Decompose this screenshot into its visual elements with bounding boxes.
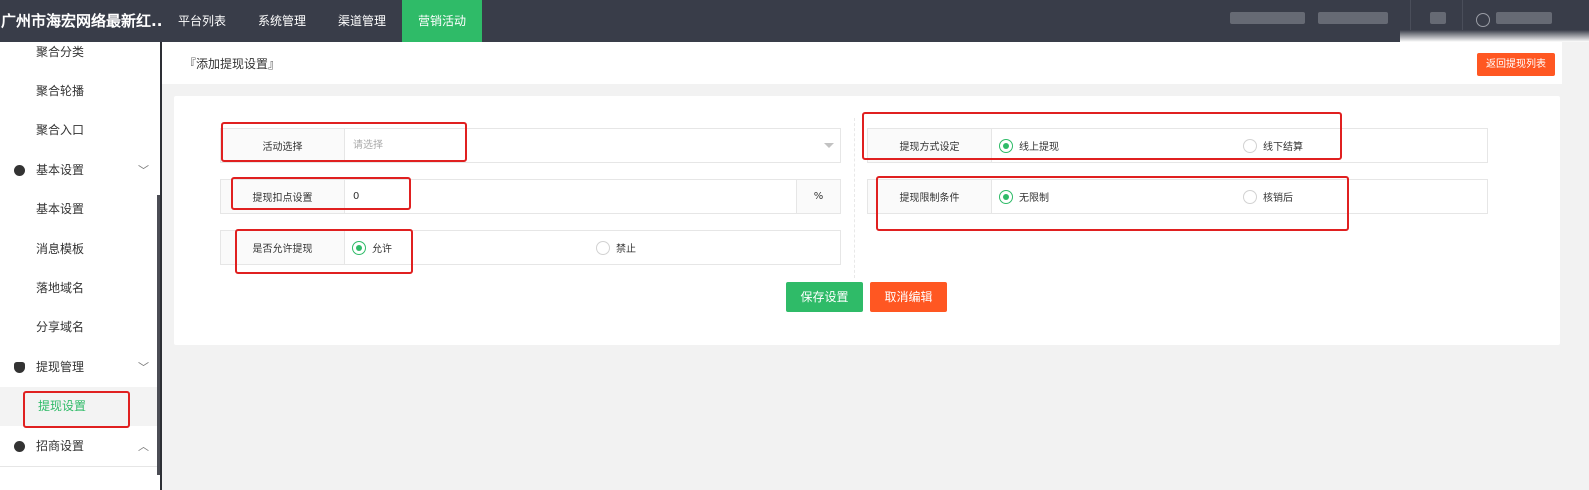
radio-forbid-label: 禁止 [616, 244, 636, 255]
nav-platform-list[interactable]: 平台列表 [162, 0, 242, 42]
sidebar: 聚合分类 聚合轮播 聚合入口 基本设置 ﹀ 基本设置 消息模板 落地域名 分享域… [0, 42, 160, 490]
sidebar-item-label: 基本设置 [36, 163, 85, 177]
sidebar-item-label: 基本设置 [36, 202, 85, 216]
sidebar-item-aggregate-entry[interactable]: 聚合入口 [0, 111, 158, 150]
activity-label: 活动选择 [221, 129, 345, 162]
radio-unchecked-icon [596, 240, 610, 255]
sidebar-item-label: 提现管理 [36, 360, 85, 374]
deduction-input[interactable]: 0 [345, 180, 795, 213]
percent-suffix: % [796, 180, 840, 213]
withdraw-method-label: 提现方式设定 [868, 129, 992, 162]
back-to-list-button[interactable]: 返回提现列表 [1477, 53, 1555, 76]
column-divider [854, 118, 855, 278]
sidebar-item-landing-domain[interactable]: 落地域名 [0, 269, 158, 308]
nav-channel-management[interactable]: 渠道管理 [322, 0, 402, 42]
sidebar-group-merchant-settings[interactable]: 招商设置 ︿ [0, 427, 158, 466]
radio-online-withdraw[interactable]: 线上提现 [999, 129, 1059, 162]
radio-offline-settle[interactable]: 线下结算 [1243, 129, 1303, 162]
withdraw-limit-field: 提现限制条件 无限制 核销后 [867, 179, 1488, 214]
user-icon[interactable] [1476, 13, 1490, 27]
radio-allow-label: 允许 [372, 244, 392, 255]
sidebar-item-aggregate-category[interactable]: 聚合分类 [0, 33, 158, 72]
save-settings-button[interactable]: 保存设置 [786, 282, 863, 312]
top-navbar: 广州市海宏网络最新红... 平台列表 系统管理 渠道管理 营销活动 [0, 0, 1589, 42]
radio-after-verify[interactable]: 核销后 [1243, 180, 1293, 213]
sidebar-divider [0, 466, 158, 467]
sidebar-item-share-domain[interactable]: 分享域名 [0, 308, 158, 347]
sidebar-item-label: 分享域名 [36, 320, 85, 334]
chevron-down-icon: ﹀ [138, 164, 149, 177]
deduction-label: 提现扣点设置 [221, 180, 345, 213]
radio-offline-label: 线下结算 [1263, 142, 1303, 153]
activity-select[interactable]: 请选择 [345, 129, 815, 162]
sidebar-item-label: 落地域名 [36, 281, 85, 295]
radio-checked-icon [999, 189, 1013, 204]
blurred-username [1496, 12, 1552, 24]
radio-unchecked-icon [1243, 189, 1257, 204]
sidebar-item-label: 招商设置 [36, 439, 85, 453]
sidebar-item-label: 提现设置 [38, 399, 87, 413]
radio-unchecked-icon [1243, 138, 1257, 153]
cancel-edit-button[interactable]: 取消编辑 [870, 282, 947, 312]
radio-forbid[interactable]: 禁止 [596, 231, 636, 264]
activity-select-field[interactable]: 活动选择 请选择 [220, 128, 841, 163]
palette-icon [14, 165, 25, 176]
deduction-field: 提现扣点设置 0 % [220, 179, 841, 214]
sidebar-group-basic-settings[interactable]: 基本设置 ﹀ [0, 151, 158, 190]
nav-marketing[interactable]: 营销活动 [402, 0, 483, 42]
sidebar-group-withdraw-management[interactable]: 提现管理 ﹀ [0, 348, 158, 387]
allow-withdraw-label: 是否允许提现 [221, 231, 345, 264]
sidebar-item-label: 聚合轮播 [36, 84, 85, 98]
blurred-info [1430, 12, 1446, 24]
sidebar-item-basic-settings[interactable]: 基本设置 [0, 190, 158, 229]
blurred-info [1318, 12, 1388, 24]
sidebar-item-label: 聚合分类 [36, 45, 85, 59]
sidebar-item-label: 聚合入口 [36, 123, 85, 137]
radio-checked-icon [999, 138, 1013, 153]
compass-icon [14, 441, 25, 452]
radio-no-limit[interactable]: 无限制 [999, 180, 1049, 213]
sidebar-item-withdraw-settings[interactable]: 提现设置 [0, 387, 158, 426]
radio-after-verify-label: 核销后 [1263, 193, 1293, 204]
topbar-fade [1400, 30, 1589, 42]
chevron-down-icon: ﹀ [138, 361, 149, 374]
top-nav: 平台列表 系统管理 渠道管理 营销活动 [162, 0, 483, 42]
page-header [162, 42, 1562, 84]
radio-online-label: 线上提现 [1019, 142, 1059, 153]
page-title: 『添加提现设置』 [184, 57, 281, 71]
caret-down-icon [824, 143, 834, 148]
allow-withdraw-field: 是否允许提现 允许 禁止 [220, 230, 841, 265]
blurred-info [1230, 12, 1305, 24]
radio-allow[interactable]: 允许 [352, 231, 392, 264]
sidebar-item-aggregate-carousel[interactable]: 聚合轮播 [0, 72, 158, 111]
radio-no-limit-label: 无限制 [1019, 193, 1049, 204]
sidebar-item-label: 消息模板 [36, 242, 85, 256]
chevron-up-icon: ︿ [138, 440, 149, 453]
radio-checked-icon [352, 240, 366, 255]
money-bag-icon [14, 362, 25, 373]
withdraw-limit-label: 提现限制条件 [868, 180, 992, 213]
nav-system-management[interactable]: 系统管理 [242, 0, 322, 42]
sidebar-item-message-template[interactable]: 消息模板 [0, 230, 158, 269]
withdraw-method-field: 提现方式设定 线上提现 线下结算 [867, 128, 1488, 163]
